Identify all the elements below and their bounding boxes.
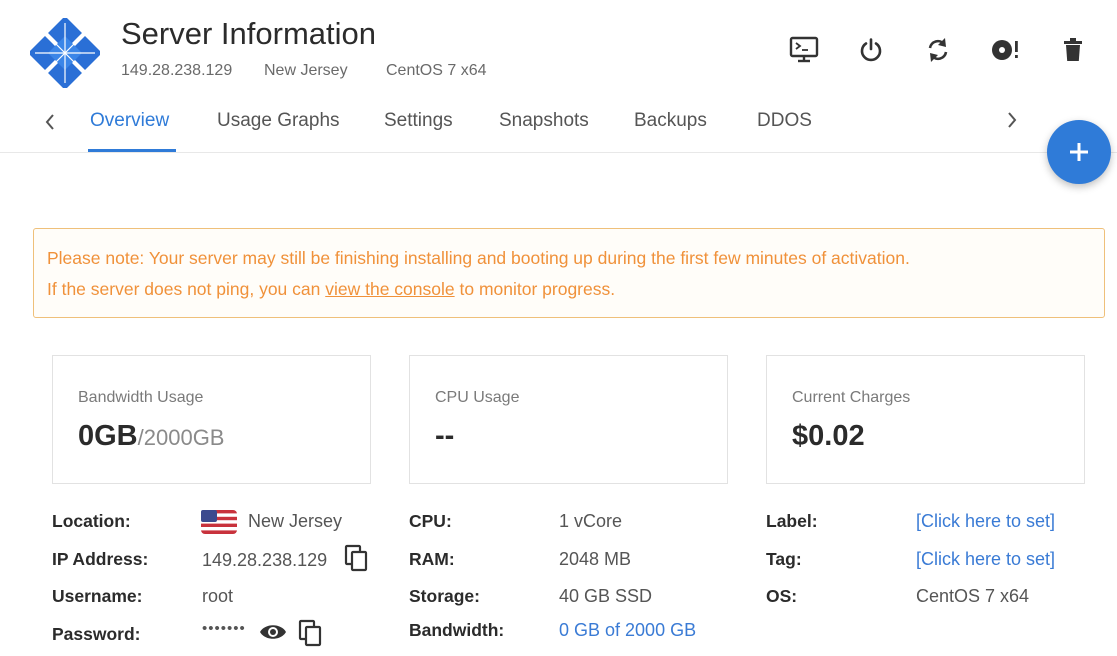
tab-ddos[interactable]: DDOS <box>757 110 812 132</box>
bandwidth-usage-label: Bandwidth Usage <box>78 389 204 406</box>
copy-ip-icon[interactable] <box>343 543 369 573</box>
location-label: Location: <box>52 511 131 531</box>
tab-settings[interactable]: Settings <box>384 110 453 132</box>
notice-line-2: If the server does not ping, you can vie… <box>47 274 1091 305</box>
delete-icon[interactable] <box>1057 34 1089 66</box>
notice-line-2-post: to monitor progress. <box>454 279 616 299</box>
cpu-usage-label: CPU Usage <box>435 389 520 406</box>
bandwidth-usage-value: 0GB/2000GB <box>78 420 224 453</box>
os-value: CentOS 7 x64 <box>916 586 1030 606</box>
tab-overview[interactable]: Overview <box>90 110 169 132</box>
page-title: Server Information <box>121 16 376 51</box>
cpu-label: CPU: <box>409 511 452 531</box>
cpu-value: 1 vCore <box>559 511 623 531</box>
header-ip: 149.28.238.129 <box>121 62 233 79</box>
current-charges-card: Current Charges $0.02 <box>766 355 1085 484</box>
tab-backups[interactable]: Backups <box>634 110 707 132</box>
os-label: OS: <box>766 586 798 606</box>
storage-value: 40 GB SSD <box>559 586 653 606</box>
current-charges-label: Current Charges <box>792 389 911 406</box>
view-console-link[interactable]: view the console <box>325 279 454 299</box>
vultr-logo <box>28 16 102 90</box>
cpu-usage-card: CPU Usage -- <box>409 355 728 484</box>
restart-icon[interactable] <box>922 34 954 66</box>
tabs-scroll-right-icon[interactable] <box>1000 108 1024 132</box>
add-button[interactable] <box>1047 120 1111 184</box>
username-label: Username: <box>52 586 143 606</box>
tab-usage-graphs[interactable]: Usage Graphs <box>217 110 340 132</box>
bandwidth-value-link[interactable]: 0 GB of 2000 GB <box>559 620 696 641</box>
ram-label: RAM: <box>409 549 455 569</box>
set-tag-link[interactable]: [Click here to set] <box>916 549 1055 570</box>
tag-label: Tag: <box>766 549 802 569</box>
password-label: Password: <box>52 624 141 644</box>
installation-notice: Please note: Your server may still be fi… <box>33 228 1105 318</box>
tabs-scroll-left-icon[interactable] <box>38 110 62 134</box>
reinstall-icon[interactable] <box>989 34 1021 66</box>
current-charges-value: $0.02 <box>792 420 865 452</box>
label-label: Label: <box>766 511 818 531</box>
bandwidth-used: 0GB <box>78 420 138 452</box>
bandwidth-total: /2000GB <box>137 425 225 450</box>
power-icon[interactable] <box>855 34 887 66</box>
header-os: CentOS 7 x64 <box>386 62 487 79</box>
us-flag-icon <box>201 510 237 534</box>
cpu-usage-value: -- <box>435 420 455 452</box>
set-label-link[interactable]: [Click here to set] <box>916 511 1055 532</box>
console-icon[interactable] <box>788 34 820 66</box>
notice-line-2-pre: If the server does not ping, you can <box>47 279 326 299</box>
bandwidth-label: Bandwidth: <box>409 620 505 640</box>
ip-address-value: 149.28.238.129 <box>202 550 328 570</box>
header-location: New Jersey <box>264 62 348 79</box>
copy-password-icon[interactable] <box>297 618 323 648</box>
ram-value: 2048 MB <box>559 549 632 569</box>
plus-icon <box>1070 143 1088 161</box>
notice-line-1: Please note: Your server may still be fi… <box>47 248 910 268</box>
password-value: ••••••• <box>202 620 246 637</box>
bandwidth-usage-card: Bandwidth Usage 0GB/2000GB <box>52 355 371 484</box>
storage-label: Storage: <box>409 586 480 606</box>
tab-snapshots[interactable]: Snapshots <box>499 110 589 132</box>
location-value: New Jersey <box>248 511 343 531</box>
username-value: root <box>202 586 234 606</box>
show-password-eye-icon[interactable] <box>259 621 287 643</box>
ip-address-label: IP Address: <box>52 549 149 569</box>
active-tab-indicator <box>88 149 176 152</box>
